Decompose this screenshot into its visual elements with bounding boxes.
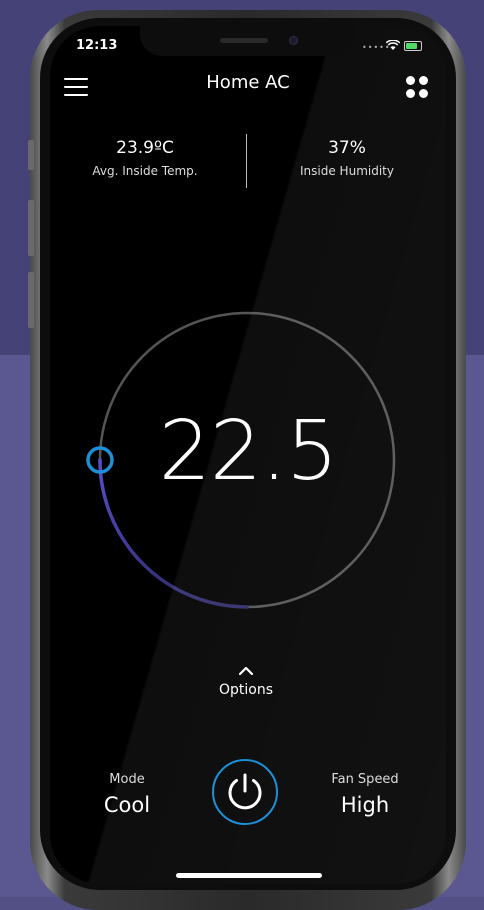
power-icon xyxy=(228,773,262,810)
page-title: Home AC xyxy=(206,72,290,93)
grid-dot xyxy=(419,89,428,98)
avg-inside-temp-label: Avg. Inside Temp. xyxy=(92,164,198,178)
hamburger-menu-icon[interactable] xyxy=(64,78,88,98)
status-time: 12:13 xyxy=(76,38,118,53)
inside-humidity-stat: 37% Inside Humidity xyxy=(272,138,422,178)
battery-icon xyxy=(404,41,422,51)
battery-level xyxy=(406,43,417,49)
fan-speed-value: High xyxy=(340,793,390,817)
inside-humidity-value: 37% xyxy=(328,138,366,158)
menu-line xyxy=(64,86,88,88)
power-button[interactable] xyxy=(212,759,278,825)
chevron-up-icon xyxy=(196,662,296,680)
inside-humidity-label: Inside Humidity xyxy=(300,164,394,178)
avg-inside-temp-value: 23.9ºC xyxy=(116,138,174,158)
grid-dot xyxy=(406,89,415,98)
mode-label: Mode xyxy=(109,772,145,787)
wifi-icon xyxy=(386,40,400,50)
front-camera xyxy=(289,36,298,45)
speaker-grille xyxy=(220,38,268,43)
fan-speed-label: Fan Speed xyxy=(331,772,399,787)
home-indicator[interactable] xyxy=(176,873,322,878)
grid-dot xyxy=(419,76,428,85)
menu-line xyxy=(64,94,88,96)
fan-speed-control[interactable]: Fan Speed High xyxy=(310,772,420,817)
menu-line xyxy=(64,78,88,80)
options-button[interactable]: Options xyxy=(196,662,296,698)
grid-dot xyxy=(406,76,415,85)
avg-inside-temp-stat: 23.9ºC Avg. Inside Temp. xyxy=(70,138,220,178)
volume-down-button xyxy=(28,272,34,328)
volume-up-button xyxy=(28,200,34,256)
setpoint-temperature: 22.5 xyxy=(158,404,339,499)
stat-divider xyxy=(246,134,247,188)
silent-switch xyxy=(28,140,34,170)
four-dot-grid-icon[interactable] xyxy=(406,76,428,98)
status-icons: ••••• xyxy=(362,38,422,52)
mode-value: Cool xyxy=(103,793,151,817)
screen: 12:13 ••••• Home AC 23.9ºC Avg. Inside T… xyxy=(50,26,446,884)
options-label: Options xyxy=(218,682,274,698)
mode-control[interactable]: Mode Cool xyxy=(72,772,182,817)
